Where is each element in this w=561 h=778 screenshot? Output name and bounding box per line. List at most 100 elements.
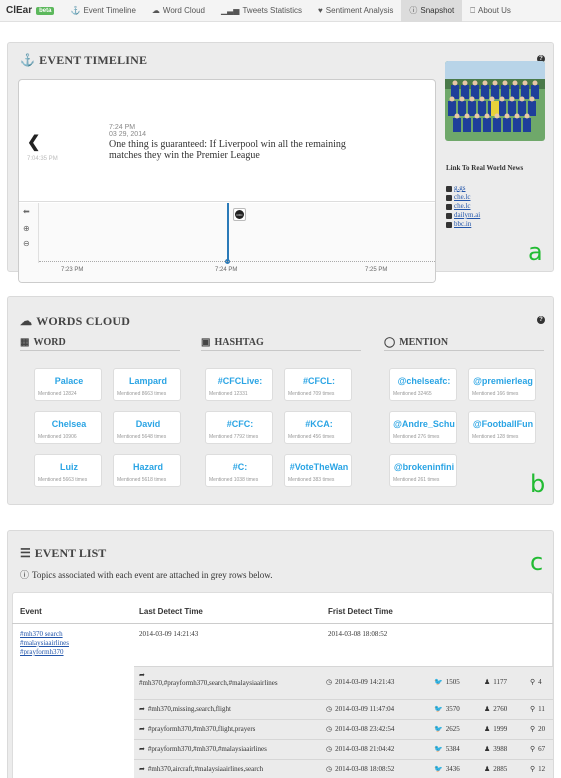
chelsea-logo-icon: CFC — [235, 210, 244, 219]
hashtag-card[interactable]: #KCA: Mentioned 456 times — [284, 411, 352, 444]
event-date: 03 29, 2014 — [109, 131, 146, 138]
prev-arrow-icon[interactable]: ❮ — [27, 132, 40, 152]
panel-label-a: a — [528, 238, 543, 266]
news-link[interactable]: bbc.in — [446, 220, 480, 229]
hashtag-card[interactable]: #CFCLive: Mentioned 12331 — [205, 368, 273, 401]
word-card[interactable]: Palace Mentioned 12824 — [34, 368, 102, 401]
topic-row: ➦ #prayformh370,#mh370,#malaysiaairlines … — [134, 739, 553, 759]
nav-snapshot[interactable]: ⓘ Snapshot — [401, 0, 463, 22]
axis-label: 7:25 PM — [365, 267, 388, 273]
nav-tweets-statistics[interactable]: ▁▃▅ Tweets Statistics — [213, 0, 310, 22]
external-link-icon — [446, 203, 452, 210]
user-icon: ♟ — [484, 705, 491, 713]
column-header-first-detect[interactable]: Frist Detect Time — [328, 607, 393, 616]
back-icon[interactable]: ⬅ — [23, 207, 30, 216]
divider — [384, 350, 544, 351]
mention-card[interactable]: @FootballFun Mentioned 128 times — [468, 411, 536, 444]
word-card[interactable]: David Mentioned 5648 times — [113, 411, 181, 444]
zoom-in-icon[interactable]: ⊕ — [23, 224, 30, 233]
nav-label: Event Timeline — [83, 6, 136, 15]
nav-sentiment-analysis[interactable]: ♥ Sentiment Analysis — [310, 0, 401, 22]
mention-card[interactable]: @chelseafc: Mentioned 32465 — [389, 368, 457, 401]
clock-icon: ◷ — [326, 705, 333, 713]
news-link[interactable]: g.gs — [446, 184, 480, 193]
last-detect-time: 2014-03-09 14:21:43 — [139, 630, 199, 638]
divider — [20, 350, 180, 351]
axis-label: 7:24 PM — [215, 267, 238, 273]
share-icon: ➦ — [139, 705, 145, 713]
bookmark-icon: ⎕ — [470, 5, 476, 15]
twitter-icon: 🐦 — [434, 678, 443, 686]
column-header-last-detect[interactable]: Last Detect Time — [139, 607, 203, 616]
event-time: 7:24 PM — [109, 124, 136, 131]
external-link-icon — [446, 212, 452, 219]
mention-card[interactable]: @premierleag Mentioned 166 times — [468, 368, 536, 401]
cloud-icon: ☁ — [20, 314, 33, 328]
prev-time: 7:04:35 PM — [27, 156, 58, 162]
mention-card[interactable]: @brokeninfini Mentioned 261 times — [389, 454, 457, 487]
word-card[interactable]: Lampard Mentioned 8663 times — [113, 368, 181, 401]
clock-icon: ◷ — [326, 678, 333, 686]
twitter-icon: 🐦 — [434, 725, 443, 733]
column-header-event[interactable]: Event — [20, 607, 42, 616]
news-link[interactable]: dailym.ai — [446, 211, 480, 220]
nav-event-timeline[interactable]: ⚓ Event Timeline — [62, 0, 143, 22]
header-divider — [12, 623, 553, 624]
timeline-event-flag[interactable]: CFC — [233, 208, 246, 221]
timeline-marker — [227, 203, 229, 261]
grid-icon: ▦ — [20, 337, 30, 348]
timeline-widget: ❮ 7:04:35 PM 7:24 PM 03 29, 2014 One thi… — [18, 79, 436, 283]
external-link-icon — [446, 221, 452, 228]
user-icon: ♟ — [484, 725, 491, 733]
event-link[interactable]: #malaysiaairlines — [20, 639, 69, 648]
map-marker-icon: ⚲ — [530, 725, 536, 733]
cloud-icon: ☁ — [151, 6, 160, 15]
map-marker-icon: ⚲ — [530, 745, 536, 753]
timeline-nav: ⬅ ⊕ ⊖ CFC 7:23 PM 7:24 PM 7:25 PM — [19, 203, 435, 282]
news-links-heading: Link To Real World News — [446, 164, 524, 172]
topic-row: ➦ #mh370,missing,search,flight ◷ 2014-03-0… — [134, 699, 553, 719]
map-marker-icon: ⚲ — [530, 678, 536, 686]
share-icon: ➦ — [139, 745, 145, 753]
words-cloud-title: ☁ WORDS CLOUD — [20, 314, 131, 328]
brand-logo[interactable]: ClEar — [6, 5, 32, 16]
event-link[interactable]: #mh370 search — [20, 630, 69, 639]
share-icon: ➦ — [139, 765, 145, 773]
user-icon: ♟ — [484, 765, 491, 773]
word-card[interactable]: Luiz Mentioned 5663 times — [34, 454, 102, 487]
clock-icon: ◷ — [326, 765, 333, 773]
mention-column-heading: ◯ MENTION — [384, 337, 449, 348]
hashtag-card[interactable]: #C: Mentioned 1038 times — [205, 454, 273, 487]
external-link-icon — [446, 194, 452, 201]
beta-badge: beta — [36, 6, 55, 15]
hashtag-card[interactable]: #CFC: Mentioned 7792 times — [205, 411, 273, 444]
timeline-axis — [39, 261, 435, 265]
nav-word-cloud[interactable]: ☁ Word Cloud — [144, 0, 213, 22]
news-link[interactable]: che.lc — [446, 202, 480, 211]
hashtag-card[interactable]: #CFCL: Mentioned 709 times — [284, 368, 352, 401]
user-icon: ♟ — [484, 678, 491, 686]
nav-about-us[interactable]: ⎕ About Us — [462, 0, 519, 22]
top-navbar: ClEar beta ⚓ Event Timeline ☁ Word Cloud… — [0, 0, 561, 22]
clock-icon: ◷ — [326, 745, 333, 753]
mention-card[interactable]: @Andre_Schu Mentioned 276 times — [389, 411, 457, 444]
event-link[interactable]: #prayformh370 — [20, 648, 69, 657]
news-link[interactable]: che.lc — [446, 193, 480, 202]
hashtag-card[interactable]: #VoteTheWan Mentioned 383 times — [284, 454, 352, 487]
event-list-subtitle: ⓘ Topics associated with each event are … — [20, 569, 273, 581]
word-card[interactable]: Hazard Mentioned 5618 times — [113, 454, 181, 487]
comment-icon: ◯ — [384, 337, 396, 348]
zoom-out-icon[interactable]: ⊖ — [23, 239, 30, 248]
map-marker-icon: ⚲ — [530, 705, 536, 713]
help-icon[interactable]: ? — [537, 316, 545, 324]
twitter-icon: 🐦 — [434, 745, 443, 753]
nav-label: Sentiment Analysis — [325, 6, 394, 15]
axis-label: 7:23 PM — [61, 267, 84, 273]
nav-label: About Us — [478, 6, 511, 15]
list-icon: ☰ — [20, 546, 31, 560]
twitter-icon: 🐦 — [434, 765, 443, 773]
info-circle-icon: ⓘ — [409, 6, 418, 15]
external-link-icon — [446, 185, 452, 192]
word-card[interactable]: Chelsea Mentioned 10906 — [34, 411, 102, 444]
heart-icon: ♥ — [318, 6, 323, 15]
